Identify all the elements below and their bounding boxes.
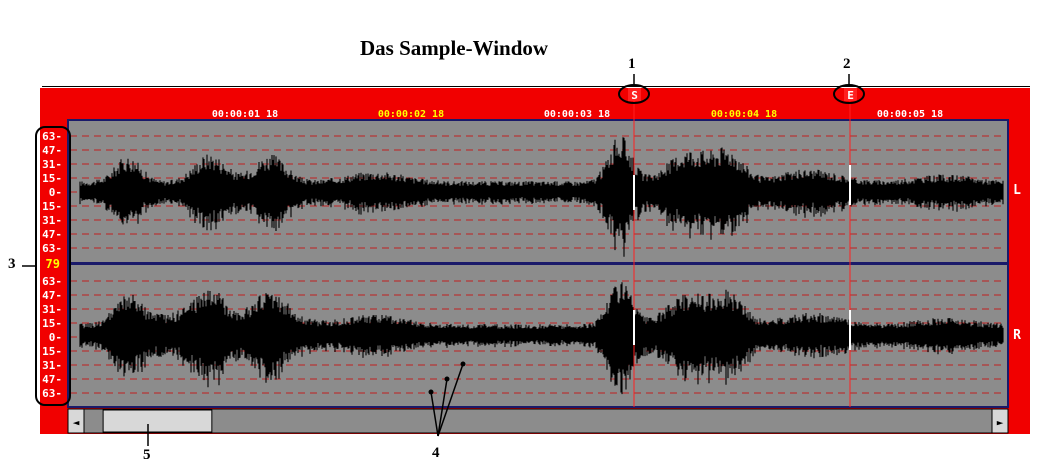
end-marker-label: E	[847, 89, 854, 102]
timecode-label: 00:00:03 18	[544, 109, 610, 120]
callout-2: 2	[843, 56, 851, 72]
callout-3: 3	[8, 256, 16, 272]
scroll-left-arrow-icon: ◄	[73, 416, 80, 429]
scroll-right-arrow-icon: ►	[997, 416, 1004, 429]
timecode-label: 00:00:04 18	[711, 109, 777, 120]
start-marker-flag[interactable]: S	[618, 84, 650, 104]
scrollbar-thumb[interactable]	[102, 409, 213, 433]
channel-label-right: R	[1013, 328, 1021, 343]
horizontal-scrollbar[interactable]: ◄ ►	[67, 408, 1009, 434]
start-marker-label: S	[631, 89, 638, 102]
callout-5: 5	[143, 447, 151, 463]
timecode-label: 00:00:01 18	[212, 109, 278, 120]
timecode-label: 00:00:05 18	[877, 109, 943, 120]
timecode-label: 00:00:02 18	[378, 109, 444, 120]
channel-label-left: L	[1013, 183, 1021, 198]
level-scale-bracket	[35, 126, 71, 406]
sample-window-canvas: 00:00:01 18 00:00:02 18 00:00:03 18 00:00:0…	[22, 74, 1021, 446]
callout-1: 1	[628, 56, 636, 72]
callout-4: 4	[432, 445, 440, 461]
end-marker-flag[interactable]: E	[833, 84, 865, 104]
